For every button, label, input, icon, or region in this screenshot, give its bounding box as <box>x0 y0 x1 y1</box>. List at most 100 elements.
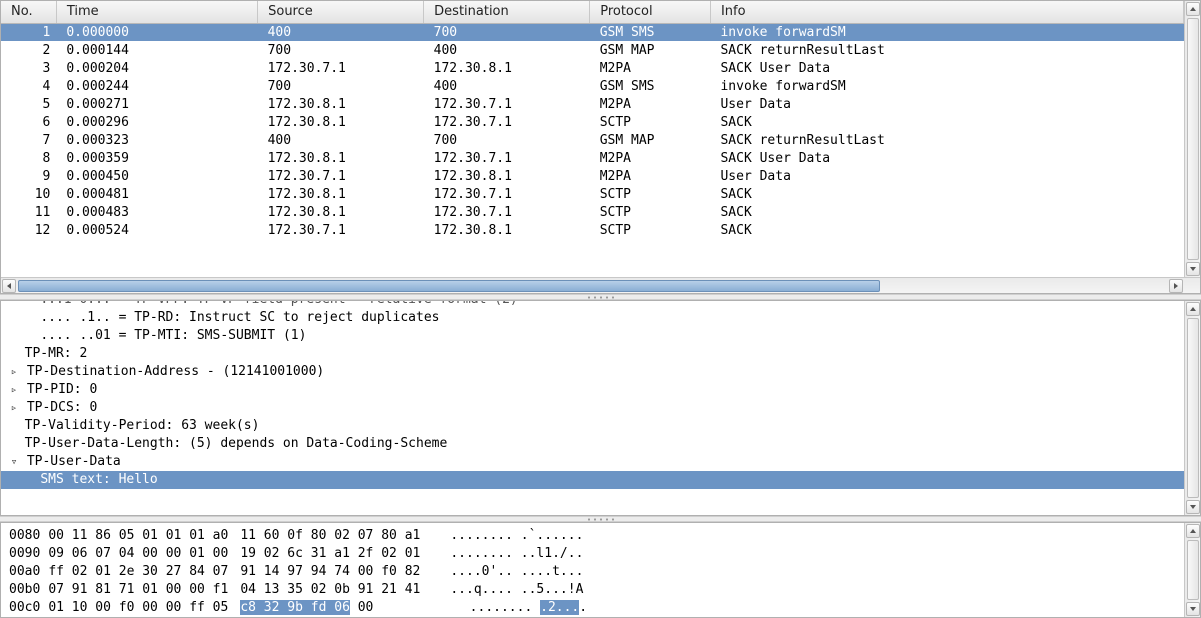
column-header[interactable]: Source <box>258 1 424 23</box>
cell-proto: GSM MAP <box>590 41 711 59</box>
tree-item-text: TP-PID: 0 <box>27 382 97 397</box>
cell-proto: M2PA <box>590 149 711 167</box>
packet-table: No.TimeSourceDestinationProtocolInfo 10.… <box>1 1 1184 239</box>
column-header[interactable]: Time <box>56 1 257 23</box>
hex-dump[interactable]: 008000 11 86 05 01 01 01 a011 60 0f 80 0… <box>1 523 1184 617</box>
cell-info: SACK User Data <box>710 149 1183 167</box>
cell-dst: 700 <box>424 23 590 41</box>
hex-ascii: ........ <box>470 600 540 615</box>
scrollbar-thumb[interactable] <box>1187 540 1199 600</box>
hex-vertical-scrollbar[interactable] <box>1184 523 1200 617</box>
packet-row[interactable]: 100.000481172.30.8.1172.30.7.1SCTPSACK <box>1 185 1184 203</box>
tree-item[interactable]: TP-MR: 2 <box>1 345 1184 363</box>
cell-dst: 172.30.7.1 <box>424 113 590 131</box>
hex-row[interactable]: 009009 06 07 04 00 00 01 0019 02 6c 31 a… <box>9 545 1176 563</box>
cell-info: SACK User Data <box>710 59 1183 77</box>
scrollbar-thumb[interactable] <box>1187 318 1199 498</box>
column-header[interactable]: Destination <box>424 1 590 23</box>
scroll-down-arrow-icon[interactable] <box>1186 500 1200 514</box>
scroll-up-arrow-icon[interactable] <box>1186 2 1200 16</box>
cell-proto: SCTP <box>590 113 711 131</box>
tree-item[interactable]: ...1 0... = TP-VPF: TP-VP field present … <box>1 301 1184 309</box>
cell-no: 8 <box>1 149 56 167</box>
cell-proto: SCTP <box>590 203 711 221</box>
scroll-left-arrow-icon[interactable] <box>2 279 16 293</box>
tree-expander-icon[interactable]: ▿ <box>9 453 19 471</box>
packet-row[interactable]: 10.000000400700GSM SMSinvoke forwardSM <box>1 23 1184 41</box>
tree-item-text: .... .1.. = TP-RD: Instruct SC to reject… <box>40 310 439 325</box>
column-header[interactable]: Info <box>710 1 1183 23</box>
packet-row[interactable]: 70.000323400700GSM MAPSACK returnResultL… <box>1 131 1184 149</box>
cell-proto: M2PA <box>590 95 711 113</box>
cell-no: 5 <box>1 95 56 113</box>
tree-expander-icon[interactable]: ▹ <box>9 363 19 381</box>
packet-list-horizontal-scrollbar[interactable] <box>1 277 1200 293</box>
tree-item[interactable]: .... .1.. = TP-RD: Instruct SC to reject… <box>1 309 1184 327</box>
packet-row[interactable]: 80.000359172.30.8.1172.30.7.1M2PASACK Us… <box>1 149 1184 167</box>
packet-table-area[interactable]: No.TimeSourceDestinationProtocolInfo 10.… <box>1 1 1184 277</box>
tree-item[interactable]: TP-Validity-Period: 63 week(s) <box>1 417 1184 435</box>
cell-src: 172.30.8.1 <box>258 113 424 131</box>
packet-row[interactable]: 40.000244700400GSM SMSinvoke forwardSM <box>1 77 1184 95</box>
cell-time: 0.000271 <box>56 95 257 113</box>
packet-row[interactable]: 20.000144700400GSM MAPSACK returnResultL… <box>1 41 1184 59</box>
cell-dst: 172.30.7.1 <box>424 203 590 221</box>
hex-row[interactable]: 00b007 91 81 71 01 00 00 f104 13 35 02 0… <box>9 581 1176 599</box>
cell-src: 700 <box>258 41 424 59</box>
hex-ascii: ........ .`...... <box>450 528 583 543</box>
hex-row[interactable]: 00c001 10 00 f0 00 00 ff 05c8 32 9b fd 0… <box>9 599 1176 617</box>
cell-info: SACK <box>710 185 1183 203</box>
cell-time: 0.000144 <box>56 41 257 59</box>
hex-ascii: ....0'.. ....t... <box>450 564 583 579</box>
details-vertical-scrollbar[interactable] <box>1184 301 1200 515</box>
packet-row[interactable]: 30.000204172.30.7.1172.30.8.1M2PASACK Us… <box>1 59 1184 77</box>
cell-src: 172.30.8.1 <box>258 95 424 113</box>
tree-expander-icon[interactable]: ▹ <box>9 399 19 417</box>
cell-dst: 172.30.7.1 <box>424 149 590 167</box>
packet-row[interactable]: 110.000483172.30.8.1172.30.7.1SCTPSACK <box>1 203 1184 221</box>
packet-list-vertical-scrollbar[interactable] <box>1184 1 1200 277</box>
hex-bytes-group1: 01 10 00 f0 00 00 ff 05 <box>48 600 228 615</box>
packet-list-pane: No.TimeSourceDestinationProtocolInfo 10.… <box>0 0 1201 294</box>
packet-row[interactable]: 120.000524172.30.7.1172.30.8.1SCTPSACK <box>1 221 1184 239</box>
packet-row[interactable]: 90.000450172.30.7.1172.30.8.1M2PAUser Da… <box>1 167 1184 185</box>
tree-item-expandable[interactable]: ▿ TP-User-Data <box>1 453 1184 471</box>
scroll-up-arrow-icon[interactable] <box>1186 302 1200 316</box>
cell-time: 0.000244 <box>56 77 257 95</box>
tree-item[interactable]: .... ..01 = TP-MTI: SMS-SUBMIT (1) <box>1 327 1184 345</box>
tree-expander-icon[interactable]: ▹ <box>9 381 19 399</box>
scrollbar-track[interactable] <box>18 280 1167 292</box>
scroll-up-arrow-icon[interactable] <box>1186 524 1200 538</box>
column-header[interactable]: No. <box>1 1 56 23</box>
scroll-right-arrow-icon[interactable] <box>1169 279 1183 293</box>
cell-dst: 172.30.7.1 <box>424 95 590 113</box>
hex-offset: 0090 <box>9 546 40 561</box>
cell-no: 1 <box>1 23 56 41</box>
cell-src: 172.30.7.1 <box>258 167 424 185</box>
tree-item-expandable[interactable]: ▹ TP-Destination-Address - (12141001000) <box>1 363 1184 381</box>
hex-row[interactable]: 00a0ff 02 01 2e 30 27 84 0791 14 97 94 7… <box>9 563 1176 581</box>
cell-no: 10 <box>1 185 56 203</box>
cell-dst: 400 <box>424 77 590 95</box>
hex-row[interactable]: 008000 11 86 05 01 01 01 a011 60 0f 80 0… <box>9 527 1176 545</box>
packet-row[interactable]: 50.000271172.30.8.1172.30.7.1M2PAUser Da… <box>1 95 1184 113</box>
scroll-down-arrow-icon[interactable] <box>1186 262 1200 276</box>
scrollbar-thumb[interactable] <box>1187 18 1199 260</box>
tree-item[interactable]: SMS text: Hello <box>1 471 1184 489</box>
hex-offset: 00c0 <box>9 600 40 615</box>
scroll-down-arrow-icon[interactable] <box>1186 602 1200 616</box>
cell-no: 7 <box>1 131 56 149</box>
cell-info: User Data <box>710 167 1183 185</box>
scrollbar-thumb[interactable] <box>18 280 880 292</box>
column-header[interactable]: Protocol <box>590 1 711 23</box>
tree-item[interactable]: TP-User-Data-Length: (5) depends on Data… <box>1 435 1184 453</box>
cell-no: 6 <box>1 113 56 131</box>
cell-time: 0.000204 <box>56 59 257 77</box>
tree-item-expandable[interactable]: ▹ TP-PID: 0 <box>1 381 1184 399</box>
packet-row[interactable]: 60.000296172.30.8.1172.30.7.1SCTPSACK <box>1 113 1184 131</box>
hex-offset: 00b0 <box>9 582 40 597</box>
details-tree[interactable]: ...1 0... = TP-VPF: TP-VP field present … <box>1 301 1184 515</box>
packet-details-pane: ...1 0... = TP-VPF: TP-VP field present … <box>0 300 1201 516</box>
tree-item-expandable[interactable]: ▹ TP-DCS: 0 <box>1 399 1184 417</box>
tree-item-text: TP-User-Data <box>27 454 121 469</box>
